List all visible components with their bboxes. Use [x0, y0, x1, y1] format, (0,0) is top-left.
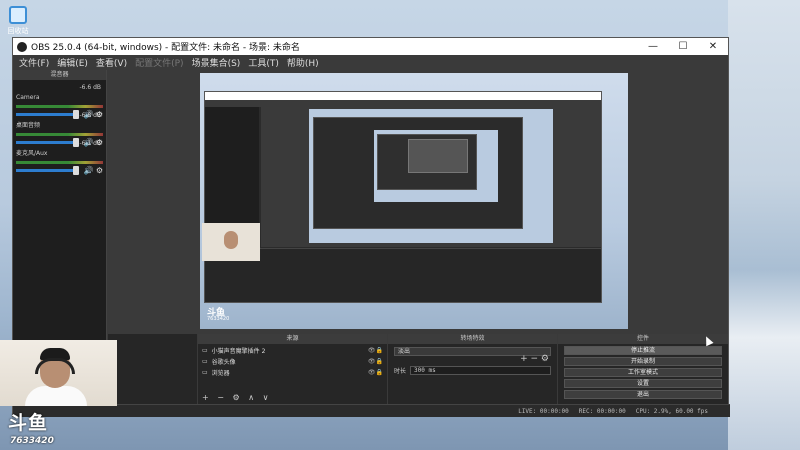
source-name: 浏览器 [211, 369, 230, 377]
eye-icon[interactable]: 👁 [368, 347, 376, 354]
person-shirt [25, 386, 87, 406]
speaker-icon[interactable]: 🔊 [84, 166, 94, 175]
menu-file[interactable]: 文件(F) [15, 56, 53, 69]
menu-help[interactable]: 帮助(H) [283, 56, 323, 69]
source-item[interactable]: ▭ 浏览器 👁 🔒 [198, 367, 387, 377]
volume-meter [16, 105, 103, 108]
mixer-channel: 麦克风/Aux -6.1 dB 🔊 ⚙ [16, 140, 103, 175]
duration-label: 时长 [394, 368, 407, 375]
menu-scene-collection[interactable]: 场景集合(S) [188, 56, 245, 69]
lock-icon[interactable]: 🔒 [376, 369, 383, 376]
mini-room-number: 7633420 [207, 316, 230, 322]
source-name: 小猫声音魔擎插件 2 [211, 347, 266, 355]
transitions-dock: 转场特效 淡出 + − ⚙ 时长 300 ms [387, 334, 557, 404]
source-toolbar[interactable]: + − ⚙ ∧ ∨ [202, 393, 271, 402]
nested-title-bar [205, 92, 601, 100]
rec-timer: REC: 00:00:00 [578, 407, 626, 415]
preview-screen-capture [200, 73, 628, 329]
menu-edit[interactable]: 编辑(E) [53, 56, 92, 69]
nested-screen-2 [309, 109, 553, 243]
menu-view[interactable]: 查看(V) [92, 56, 131, 69]
lock-icon[interactable]: 🔒 [376, 347, 383, 354]
menu-profile[interactable]: 配置文件(P) [131, 56, 187, 69]
preview-canvas[interactable] [107, 70, 728, 334]
mixer-channel: Camera -6.6 dB 🔊 ⚙ [16, 84, 103, 119]
lock-icon[interactable]: 🔒 [376, 358, 383, 365]
close-button[interactable]: ✕ [698, 41, 728, 52]
nested-window-3 [377, 134, 477, 190]
mixer-header: 混音器 [13, 70, 106, 80]
volume-slider[interactable] [16, 166, 79, 175]
sources-header: 来源 [198, 334, 387, 344]
source-type-icon: ▭ [202, 357, 208, 365]
desktop-recycle-bin[interactable]: 回收站 [4, 6, 32, 36]
source-item[interactable]: ▭ 小猫声音魔擎插件 2 👁 🔒 [198, 345, 387, 355]
source-item[interactable]: ▭ 谷歌头像 👁 🔒 [198, 356, 387, 366]
mixer-channel: 桌面音频 -6.8 dB 🔊 ⚙ [16, 112, 103, 147]
cpu-fps: CPU: 2.9%, 60.00 fps [635, 407, 708, 415]
nested-face [224, 231, 238, 249]
webcam-overlay [0, 340, 117, 406]
room-number: 7633420 [10, 436, 54, 446]
menu-tools[interactable]: 工具(T) [244, 56, 283, 69]
duration-input[interactable]: 300 ms [410, 366, 551, 375]
scenes-dock [107, 334, 197, 404]
channel-db: -6.1 dB [79, 140, 101, 147]
eye-icon[interactable]: 👁 [368, 369, 376, 376]
transition-toolbar[interactable]: + − ⚙ [520, 354, 549, 364]
channel-name: 桌面音频 [16, 122, 41, 129]
volume-meter [16, 133, 103, 136]
stop-streaming-button[interactable]: 停止推流 [564, 346, 722, 355]
douyu-logo: 斗鱼 [8, 412, 49, 434]
desktop-wallpaper [728, 0, 800, 450]
slider-knob[interactable] [72, 166, 79, 175]
settings-button[interactable]: 设置 [564, 379, 722, 388]
nested-webcam [202, 223, 260, 261]
transitions-header: 转场特效 [388, 334, 557, 344]
status-bar: LIVE: 00:00:00 REC: 00:00:00 CPU: 2.9%, … [13, 404, 730, 417]
channel-name: 麦克风/Aux [16, 150, 48, 157]
nested-screen-4 [408, 139, 468, 173]
sources-dock: 来源 ▭ 小猫声音魔擎插件 2 👁 🔒 ▭ 谷歌头像 👁 🔒 ▭ 浏览器 👁 🔒… [197, 334, 387, 404]
exit-button[interactable]: 退出 [564, 390, 722, 399]
start-recording-button[interactable]: 开始录制 [564, 357, 722, 366]
volume-meter [16, 161, 103, 164]
minimize-button[interactable]: — [638, 41, 668, 52]
source-type-icon: ▭ [202, 368, 208, 376]
studio-mode-button[interactable]: 工作室模式 [564, 368, 722, 377]
nested-menu-bar [205, 100, 601, 107]
channel-db: -6.8 dB [79, 112, 101, 119]
obs-logo-icon [17, 41, 27, 52]
nested-screen-3 [374, 130, 498, 202]
channel-db: -6.6 dB [79, 84, 101, 91]
obs-window: OBS 25.0.4 (64-bit, windows) - 配置文件: 未命名… [12, 37, 730, 417]
controls-dock: 控件 停止推流 开始录制 工作室模式 设置 退出 [557, 334, 728, 404]
gear-icon[interactable]: ⚙ [96, 166, 103, 175]
channel-name: Camera [16, 94, 40, 101]
menu-bar: 文件(F) 编辑(E) 查看(V) 配置文件(P) 场景集合(S) 工具(T) … [13, 55, 728, 70]
maximize-button[interactable]: ☐ [668, 41, 698, 52]
bottom-docks: 来源 ▭ 小猫声音魔擎插件 2 👁 🔒 ▭ 谷歌头像 👁 🔒 ▭ 浏览器 👁 🔒… [107, 334, 728, 404]
source-name: 谷歌头像 [211, 358, 236, 366]
eye-icon[interactable]: 👁 [368, 358, 376, 365]
audio-mixer-panel: 混音器 Camera -6.6 dB 🔊 ⚙ 桌面音频 -6.8 dB 🔊 ⚙ … [13, 70, 107, 368]
live-timer: LIVE: 00:00:00 [518, 407, 569, 415]
recycle-bin-label: 回收站 [7, 27, 29, 35]
title-bar[interactable]: OBS 25.0.4 (64-bit, windows) - 配置文件: 未命名… [13, 38, 728, 55]
source-type-icon: ▭ [202, 346, 208, 354]
nested-obs-window [204, 91, 602, 303]
nested-window-2 [313, 117, 523, 229]
nested-preview [261, 107, 601, 247]
nested-docks [205, 248, 601, 302]
window-title: OBS 25.0.4 (64-bit, windows) - 配置文件: 未命名… [31, 43, 300, 53]
recycle-bin-icon [9, 6, 27, 24]
